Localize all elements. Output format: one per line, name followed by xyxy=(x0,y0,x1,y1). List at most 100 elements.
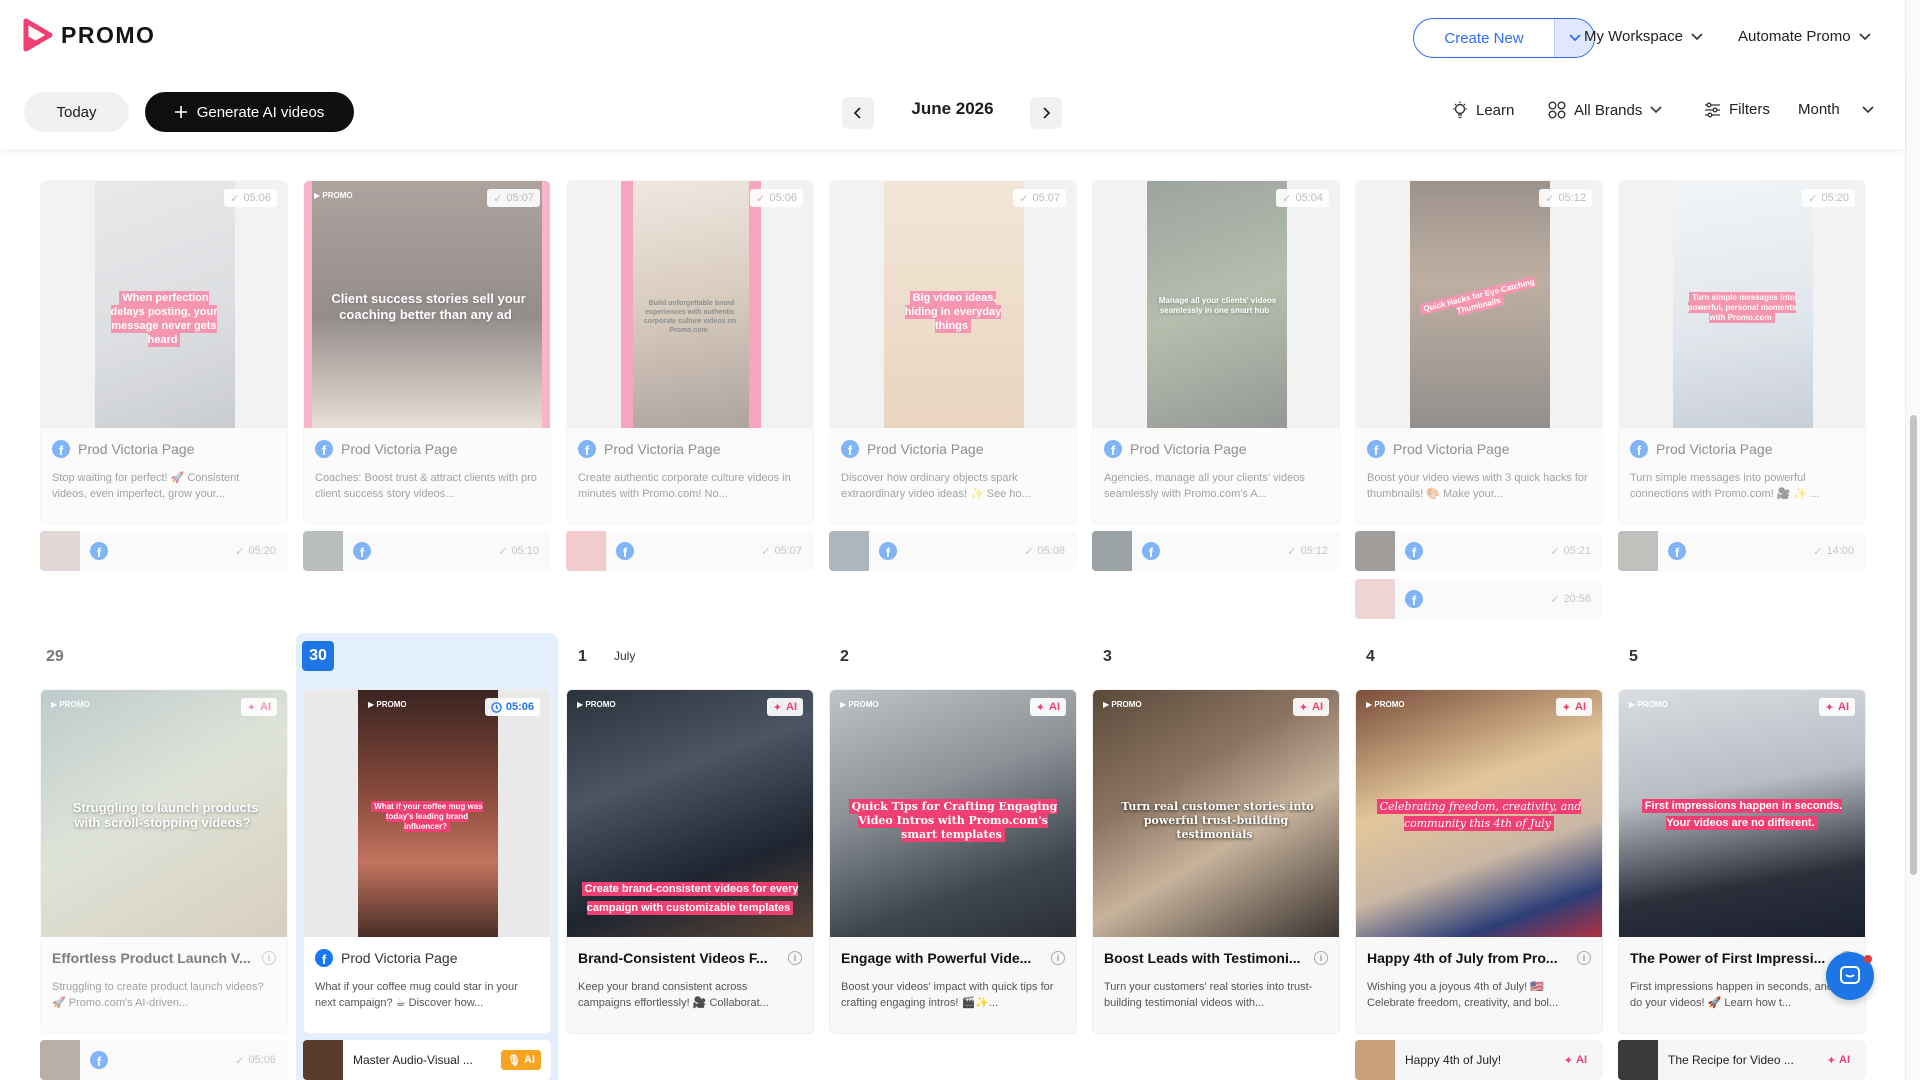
ai-badge: ✦ AI xyxy=(1555,698,1592,716)
facebook-icon: f xyxy=(841,440,859,458)
video-title: Happy 4th of July from Pro... xyxy=(1367,950,1558,966)
video-thumbnail[interactable]: ▶ PROMO Client success stories sell your… xyxy=(304,181,550,428)
video-thumbnail[interactable]: Manage all your clients' videos seamless… xyxy=(1093,181,1339,428)
ai-badge: ✦ AI xyxy=(1292,698,1329,716)
ai-video-card[interactable]: ▶ PROMO Create brand-consistent videos f… xyxy=(566,689,814,1034)
scrollbar-thumb[interactable] xyxy=(1910,415,1917,875)
scheduled-post-card[interactable]: ▶ PROMO Client success stories sell your… xyxy=(303,180,551,525)
chevron-left-icon xyxy=(854,107,861,119)
ai-video-card[interactable]: ▶ PROMO Celebrating freedom, creativity,… xyxy=(1355,689,1603,1034)
promo-watermark: ▶ PROMO xyxy=(577,700,616,709)
video-thumbnail[interactable]: ▶ PROMO Turn real customer stories into … xyxy=(1093,690,1339,937)
scheduled-time-badge: 05:06 xyxy=(484,698,540,716)
video-thumbnail[interactable]: When perfection delays posting, your mes… xyxy=(41,181,287,428)
info-icon[interactable]: i xyxy=(1577,951,1591,965)
video-title: Brand-Consistent Videos F... xyxy=(578,950,768,966)
today-button[interactable]: Today xyxy=(24,92,129,132)
mini-thumbnail xyxy=(40,1040,80,1080)
video-thumbnail[interactable]: Build unforgettable brand experiences wi… xyxy=(567,181,813,428)
post-description: Boost your video views with 3 quick hack… xyxy=(1367,472,1588,500)
ai-badge: ✦ AI xyxy=(240,698,277,716)
video-thumbnail[interactable]: Big video ideas, hiding in everyday thin… xyxy=(830,181,1076,428)
info-icon[interactable]: i xyxy=(262,951,276,965)
ai-video-card[interactable]: ▶ PROMO Turn real customer stories into … xyxy=(1092,689,1340,1034)
scheduled-time: ✓ 14:00 xyxy=(1813,545,1854,558)
promo-logo-icon xyxy=(23,18,53,52)
all-brands-dropdown[interactable]: All Brands xyxy=(1548,101,1662,119)
create-new-button[interactable]: Create New xyxy=(1413,18,1595,58)
video-caption: Quick Tips for Crafting Engaging Video I… xyxy=(830,799,1076,842)
scheduled-post-card[interactable]: Manage all your clients' videos seamless… xyxy=(1092,180,1340,525)
ai-video-mini[interactable]: Happy 4th of July! ✦ AI xyxy=(1355,1040,1603,1080)
scheduled-post-mini[interactable]: f ✓ 05:12 xyxy=(1092,531,1340,571)
scheduled-time-badge: ✓ 05:20 xyxy=(1802,189,1855,207)
video-thumbnail[interactable]: Quick Hacks for Eye-Catching Thumbnails … xyxy=(1356,181,1602,428)
video-caption: What if your coffee mug was today's lead… xyxy=(304,801,550,832)
scheduled-time-badge: ✓ 05:07 xyxy=(1013,189,1066,207)
page-scrollbar[interactable] xyxy=(1905,0,1920,1080)
ai-video-card[interactable]: ▶ PROMO Struggling to launch products wi… xyxy=(40,689,288,1034)
learn-label: Learn xyxy=(1476,101,1515,119)
video-thumbnail[interactable]: ▶ PROMO Celebrating freedom, creativity,… xyxy=(1356,690,1602,937)
scheduled-post-mini[interactable]: f ✓ 05:06 xyxy=(40,1040,288,1080)
card-meta: f Prod Victoria Page Discover how ordinar… xyxy=(830,428,1076,524)
video-thumbnail[interactable]: ▶ PROMO Struggling to launch products wi… xyxy=(41,690,287,937)
card-meta: f Prod Victoria Page Boost your video vie… xyxy=(1356,428,1602,524)
sparkle-icon: ✦ xyxy=(1563,1054,1573,1067)
scheduled-time: ✓ 05:07 xyxy=(761,545,802,558)
video-thumbnail[interactable]: Turn simple messages into powerful, pers… xyxy=(1619,181,1865,428)
video-thumbnail[interactable]: ▶ PROMO Create brand-consistent videos f… xyxy=(567,690,813,937)
scheduled-post-mini[interactable]: f ✓ 05:20 xyxy=(40,531,288,571)
grid-icon xyxy=(1548,101,1566,119)
scheduled-time: ✓ 05:08 xyxy=(1024,545,1065,558)
sliders-icon xyxy=(1705,102,1720,117)
scheduled-post-card[interactable]: ▶ PROMO What if your coffee mug was toda… xyxy=(303,689,551,1034)
scheduled-post-mini[interactable]: f ✓ 05:08 xyxy=(829,531,1077,571)
mini-thumbnail xyxy=(303,531,343,571)
ai-badge: ✦ AI xyxy=(1826,1054,1850,1067)
ai-video-mini[interactable]: Master Audio-Visual ... 🎙 AI xyxy=(303,1040,551,1080)
sparkle-icon: ✦ xyxy=(1561,701,1571,714)
learn-button[interactable]: Learn xyxy=(1452,101,1514,119)
info-icon[interactable]: i xyxy=(1314,951,1328,965)
day-number: 22 xyxy=(46,149,64,154)
info-icon[interactable]: i xyxy=(788,951,802,965)
post-description: Create authentic corporate culture video… xyxy=(578,472,791,500)
scheduled-post-card[interactable]: When perfection delays posting, your mes… xyxy=(40,180,288,525)
promo-logo[interactable]: PROMO xyxy=(23,18,155,52)
today-date-badge[interactable]: 30 xyxy=(302,641,334,671)
scheduled-post-card[interactable]: Turn simple messages into powerful, pers… xyxy=(1618,180,1866,525)
generate-ai-videos-button[interactable]: Generate AI videos xyxy=(145,92,354,132)
workspace-label: My Workspace xyxy=(1584,28,1683,45)
support-chat-button[interactable] xyxy=(1826,952,1874,1000)
info-icon[interactable]: i xyxy=(1051,951,1065,965)
scheduled-post-mini[interactable]: f ✓ 05:07 xyxy=(566,531,814,571)
scheduled-post-mini[interactable]: f ✓ 20:58 xyxy=(1355,579,1603,619)
day-number: 27 xyxy=(1361,149,1379,154)
card-meta: Happy 4th of July from Pro... i Wishing y… xyxy=(1356,937,1602,1033)
filters-button[interactable]: Filters xyxy=(1704,101,1770,118)
automate-promo-menu[interactable]: Automate Promo xyxy=(1738,28,1871,45)
top-bar: PROMO Create New My Workspace Automate P… xyxy=(0,0,1905,75)
scheduled-post-card[interactable]: Quick Hacks for Eye-Catching Thumbnails … xyxy=(1355,180,1603,525)
day-number: 23 xyxy=(309,149,327,154)
workspace-menu[interactable]: My Workspace xyxy=(1584,28,1703,45)
scheduled-post-mini[interactable]: f ✓ 14:00 xyxy=(1618,531,1866,571)
view-mode-dropdown[interactable]: Month xyxy=(1798,101,1874,118)
video-thumbnail[interactable]: ▶ PROMO Quick Tips for Crafting Engaging… xyxy=(830,690,1076,937)
video-thumbnail[interactable]: ▶ PROMO What if your coffee mug was toda… xyxy=(304,690,550,937)
mini-thumbnail xyxy=(1092,531,1132,571)
video-thumbnail[interactable]: ▶ PROMO First impressions happen in seco… xyxy=(1619,690,1865,937)
scheduled-post-mini[interactable]: f ✓ 05:21 xyxy=(1355,531,1603,571)
facebook-icon: f xyxy=(1367,440,1385,458)
mini-thumbnail xyxy=(1618,1040,1658,1080)
promo-watermark: ▶ PROMO xyxy=(314,191,353,200)
prev-month-button[interactable] xyxy=(842,97,874,129)
scheduled-post-card[interactable]: Build unforgettable brand experiences wi… xyxy=(566,180,814,525)
ai-video-mini[interactable]: The Recipe for Video ... ✦ AI xyxy=(1618,1040,1866,1080)
scheduled-post-mini[interactable]: f ✓ 05:10 xyxy=(303,531,551,571)
next-month-button[interactable] xyxy=(1030,97,1062,129)
ai-video-card[interactable]: ▶ PROMO Quick Tips for Crafting Engaging… xyxy=(829,689,1077,1034)
scheduled-time: ✓ 05:12 xyxy=(1287,545,1328,558)
scheduled-post-card[interactable]: Big video ideas, hiding in everyday thin… xyxy=(829,180,1077,525)
